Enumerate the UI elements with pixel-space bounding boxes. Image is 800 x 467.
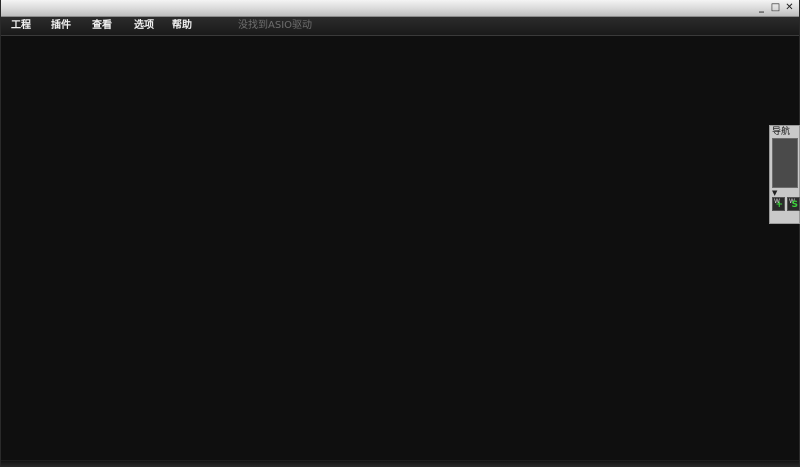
app-window: _ □ ✕ 工程 插件 查看 选项 帮助 没找到ASIO驱动 导航 ▼ W + … (0, 0, 800, 467)
plus-icon: + (775, 200, 783, 210)
title-bar[interactable]: _ □ ✕ (1, 0, 799, 17)
minimize-button[interactable]: _ (756, 2, 767, 13)
close-button[interactable]: ✕ (784, 2, 795, 13)
menu-plugins[interactable]: 插件 (51, 19, 71, 33)
s-icon: S (791, 200, 798, 210)
asio-status-text: 没找到ASIO驱动 (238, 20, 313, 31)
navigator-preview[interactable] (772, 138, 798, 188)
menu-view[interactable]: 查看 (92, 19, 112, 33)
maximize-button[interactable]: □ (770, 2, 781, 13)
bottom-edge (1, 460, 799, 467)
save-window-button[interactable]: W S (787, 197, 800, 211)
menu-bar: 工程 插件 查看 选项 帮助 没找到ASIO驱动 (1, 17, 799, 36)
chevron-down-icon[interactable]: ▼ (772, 189, 777, 197)
window-controls: _ □ ✕ (756, 2, 795, 13)
menu-options[interactable]: 选项 (134, 19, 154, 33)
main-workspace[interactable] (1, 36, 799, 461)
menu-project[interactable]: 工程 (11, 19, 31, 33)
add-window-button[interactable]: W + (772, 197, 785, 211)
navigator-title: 导航 (772, 127, 791, 137)
navigator-panel: 导航 ▼ W + W S (769, 125, 800, 224)
menu-help[interactable]: 帮助 (172, 19, 192, 33)
navigator-tools: W + W S (772, 197, 800, 211)
